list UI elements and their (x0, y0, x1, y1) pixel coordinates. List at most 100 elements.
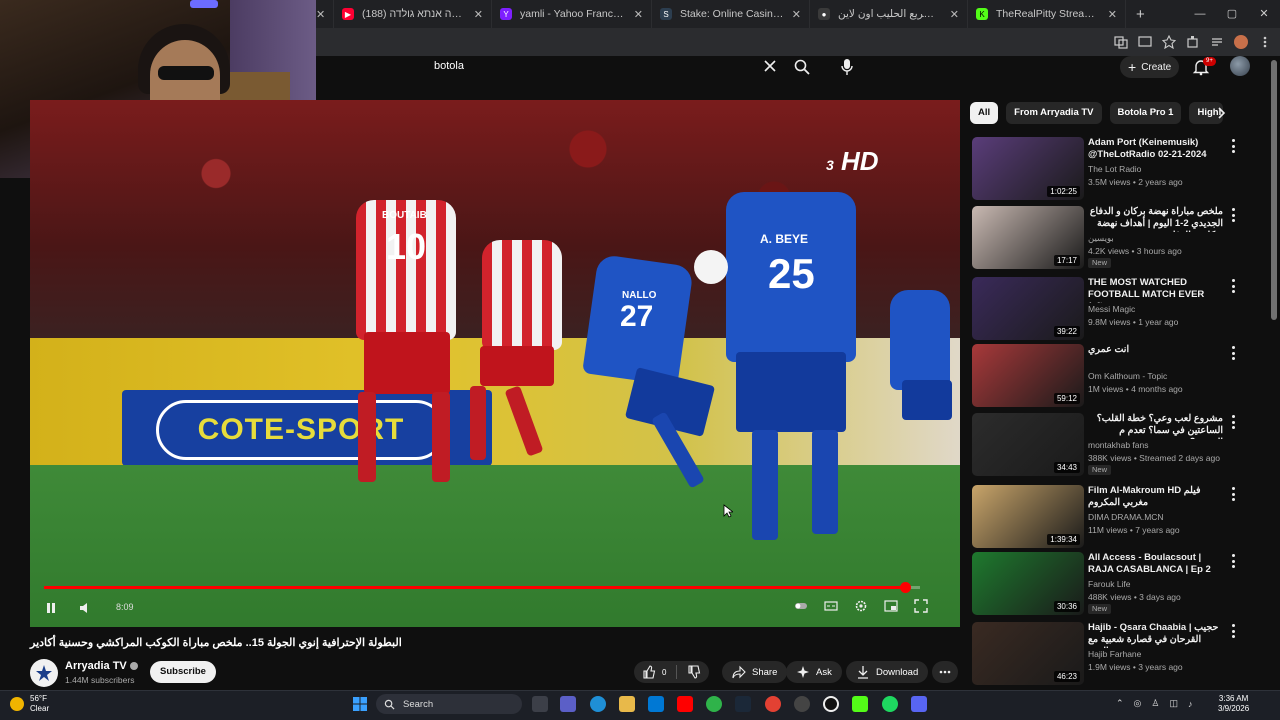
recommendation-channel[interactable]: montakhab fans (1088, 440, 1148, 450)
cast-icon[interactable] (1138, 35, 1152, 49)
recommendation-item[interactable]: 1:39:34 Film Al-Makroum HD فيلم مغربي الم… (970, 485, 1270, 549)
recommendation-title[interactable]: ملخص مباراة نهضة بركان و الدفاع الجديدي … (1088, 206, 1223, 232)
chip-all[interactable]: All (970, 102, 999, 124)
video-thumbnail[interactable]: 1:02:25 (972, 137, 1084, 200)
recommendation-title[interactable]: THE MOST WATCHED FOOTBALL MATCH EVER (af… (1088, 277, 1223, 303)
recommendation-title[interactable]: Adam Port (Keinemusik) @TheLotRadio 02-2… (1088, 137, 1223, 161)
chip-from-channel[interactable]: From Arryadia TV (1006, 102, 1102, 124)
more-options-icon[interactable] (1230, 554, 1236, 568)
video-thumbnail[interactable]: 30:36 (972, 552, 1084, 615)
close-icon[interactable]: ✕ (1108, 8, 1117, 21)
outlook-icon[interactable] (648, 696, 664, 712)
clear-search-icon[interactable] (762, 58, 778, 74)
microphone-icon[interactable] (840, 58, 854, 76)
chevron-up-icon[interactable]: ⌃ (1116, 698, 1124, 709)
more-options-icon[interactable] (1230, 346, 1236, 360)
recommendation-channel[interactable]: Om Kalthoum - Topic (1088, 371, 1167, 381)
search-input[interactable]: botola (434, 60, 464, 72)
video-thumbnail[interactable]: 17:17 (972, 206, 1084, 269)
media-control-icon[interactable] (1210, 35, 1224, 49)
location-icon[interactable]: ◎ (1134, 698, 1142, 709)
video-thumbnail[interactable]: 34:43 (972, 413, 1084, 476)
autoplay-toggle-icon[interactable] (794, 599, 808, 613)
close-icon[interactable]: ✕ (792, 8, 801, 21)
recommendation-item[interactable]: 46:23 Hajib - Qsara Chaabia | حجيب القرحا… (970, 622, 1270, 686)
more-actions-button[interactable] (932, 661, 958, 683)
browser-tab-1[interactable]: ▶שיר מוזיקה אנתא גולדה (188)✕ (334, 0, 492, 28)
search-icon[interactable] (793, 58, 811, 76)
menu-kebab-icon[interactable] (1258, 35, 1272, 49)
recommendation-item[interactable]: 17:17 ملخص مباراة نهضة بركان و الدفاع الج… (970, 206, 1270, 270)
minimize-icon[interactable]: — (1184, 0, 1216, 28)
more-options-icon[interactable] (1230, 279, 1236, 293)
steam-icon[interactable] (735, 696, 751, 712)
browser-tab-4[interactable]: ●لعبة من سريع الحليب اون لاين✕ (810, 0, 968, 28)
recommendation-title[interactable]: انت عمري (1088, 344, 1223, 356)
subtitles-icon[interactable] (824, 599, 838, 613)
settings-gear-icon[interactable] (854, 599, 868, 613)
kick-app-icon[interactable] (852, 696, 868, 712)
recommendation-title[interactable]: Film Al-Makroum HD فيلم مغربي المكروم (1088, 485, 1223, 509)
recommendation-item[interactable]: 1:02:25 Adam Port (Keinemusik) @TheLotRad… (970, 137, 1270, 201)
miniplayer-icon[interactable] (884, 599, 898, 613)
recommendation-item[interactable]: 30:36 All Access - Boulacsout | RAJA CASA… (970, 552, 1270, 616)
close-window-icon[interactable]: ✕ (1248, 0, 1280, 28)
ask-button[interactable]: Ask (786, 661, 842, 683)
edge-icon[interactable] (590, 696, 606, 712)
account-avatar[interactable] (1230, 56, 1250, 76)
security-icon[interactable]: ♙ (1151, 698, 1159, 709)
video-thumbnail[interactable]: 59:12 (972, 344, 1084, 407)
video-thumbnail[interactable]: 39:22 (972, 277, 1084, 340)
more-options-icon[interactable] (1230, 624, 1236, 638)
browser-tab-5[interactable]: KTheRealPitty Stream - Watch Live✕ (968, 0, 1126, 28)
recommendation-channel[interactable]: DIMA DRAMA.MCN (1088, 512, 1164, 522)
recommendation-channel[interactable]: Hajib Farhane (1088, 649, 1141, 659)
channel-avatar[interactable] (30, 659, 58, 687)
browser-tab-2[interactable]: Yyamli - Yahoo France Résultats✕ (492, 0, 652, 28)
close-icon[interactable]: ✕ (474, 8, 483, 21)
chip-botola[interactable]: Botola Pro 1 (1109, 102, 1182, 124)
recommendation-channel[interactable]: The Lot Radio (1088, 164, 1141, 174)
youtube-app-icon[interactable] (677, 696, 693, 712)
page-scrollbar[interactable] (1271, 60, 1277, 320)
volume-button[interactable] (78, 600, 92, 616)
profile-avatar[interactable] (1234, 35, 1248, 49)
video-player[interactable]: COTE-SPORT 3 HD BOUTAIB 10 NALLO 27 A. B… (30, 100, 960, 627)
discord-icon[interactable] (911, 696, 927, 712)
recommendation-channel[interactable]: بويسين (1088, 233, 1114, 244)
more-options-icon[interactable] (1230, 487, 1236, 501)
file-explorer-icon[interactable] (619, 696, 635, 712)
task-view-icon[interactable] (532, 696, 548, 712)
fullscreen-icon[interactable] (914, 599, 928, 613)
download-button[interactable]: Download (846, 661, 929, 683)
recommendation-title[interactable]: Hajib - Qsara Chaabia | حجيب القرحان في … (1088, 622, 1223, 648)
teams-icon[interactable] (560, 696, 576, 712)
recommendation-title[interactable]: مشروع لعب وعي؟ خطة القلب؟ الساعتين في سم… (1088, 413, 1223, 439)
dislike-icon[interactable] (687, 665, 701, 679)
volume-tray-icon[interactable]: ♪ (1188, 699, 1193, 709)
video-thumbnail[interactable]: 1:39:34 (972, 485, 1084, 548)
video-thumbnail[interactable]: 46:23 (972, 622, 1084, 685)
more-options-icon[interactable] (1230, 415, 1236, 429)
extensions-icon[interactable] (1186, 35, 1200, 49)
recommendation-title[interactable]: All Access - Boulacsout | RAJA CASABLANC… (1088, 552, 1223, 576)
settings-app-icon[interactable] (794, 696, 810, 712)
chevron-right-icon[interactable] (1214, 106, 1228, 120)
bookmark-star-icon[interactable] (1162, 35, 1176, 49)
recommendation-item[interactable]: 59:12 انت عمري Om Kalthoum - Topic 1M views… (970, 344, 1270, 408)
network-icon[interactable]: ◫ (1169, 698, 1178, 709)
channel-name[interactable]: Arryadia TV (65, 660, 138, 672)
obs-icon[interactable] (823, 696, 839, 712)
video-progress-bar[interactable] (44, 582, 920, 593)
spotify-icon[interactable] (882, 696, 898, 712)
green-app-icon[interactable] (706, 696, 722, 712)
subscribe-button[interactable]: Subscribe (150, 661, 216, 683)
windows-start-icon[interactable] (352, 696, 368, 712)
more-options-icon[interactable] (1230, 139, 1236, 153)
chrome-icon[interactable] (765, 696, 781, 712)
taskbar-search-box[interactable]: Search (376, 694, 522, 714)
maximize-icon[interactable]: ▢ (1216, 0, 1248, 28)
translate-icon[interactable] (1114, 35, 1128, 49)
close-icon[interactable]: ✕ (634, 8, 643, 21)
recommendation-item[interactable]: 39:22 THE MOST WATCHED FOOTBALL MATCH EVE… (970, 277, 1270, 341)
